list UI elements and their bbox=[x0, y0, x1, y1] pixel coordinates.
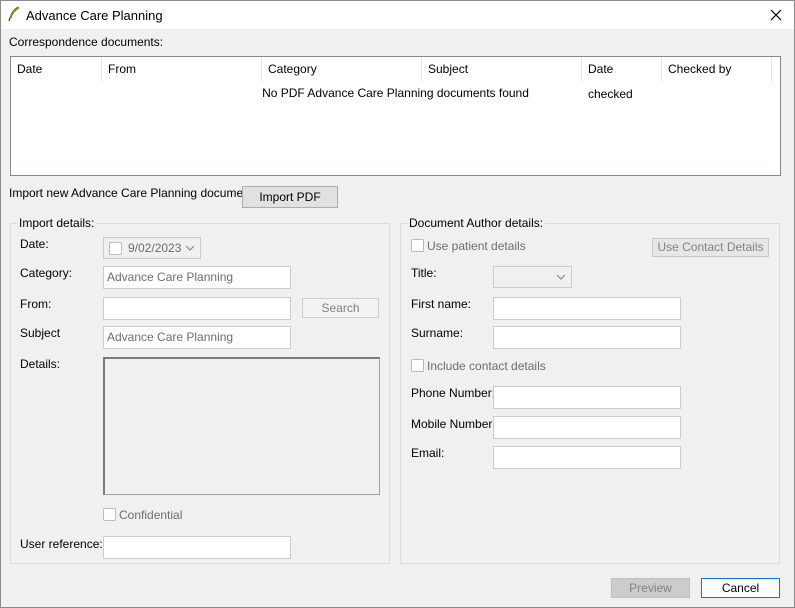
empty-list-message: No PDF Advance Care Planning documents f… bbox=[262, 86, 529, 100]
include-contact-label: Include contact details bbox=[427, 359, 546, 373]
email-field[interactable] bbox=[493, 446, 681, 469]
mobile-label: Mobile Number: bbox=[411, 417, 496, 431]
category-field[interactable]: Advance Care Planning bbox=[103, 266, 291, 289]
mobile-field[interactable] bbox=[493, 416, 681, 439]
subject-field[interactable]: Advance Care Planning bbox=[103, 326, 291, 349]
subject-label: Subject bbox=[20, 326, 61, 340]
cancel-button[interactable]: Cancel bbox=[701, 578, 780, 598]
use-patient-label: Use patient details bbox=[427, 239, 526, 253]
details-label: Details: bbox=[20, 357, 61, 371]
column-subject[interactable]: Subject bbox=[422, 57, 582, 82]
preview-button[interactable]: Preview bbox=[611, 578, 690, 598]
user-reference-field[interactable] bbox=[103, 536, 291, 559]
use-contact-details-button[interactable]: Use Contact Details bbox=[652, 238, 769, 257]
close-button[interactable] bbox=[758, 1, 794, 29]
from-field[interactable] bbox=[103, 297, 291, 320]
surname-field[interactable] bbox=[493, 326, 681, 349]
dialog-window: Advance Care Planning Correspondence doc… bbox=[0, 0, 795, 608]
chevron-down-icon bbox=[185, 245, 195, 251]
date-checkbox[interactable] bbox=[109, 242, 122, 255]
confidential-checkbox[interactable] bbox=[103, 508, 116, 521]
phone-field[interactable] bbox=[493, 386, 681, 409]
column-category[interactable]: Category bbox=[262, 57, 422, 82]
phone-label: Phone Number: bbox=[411, 386, 496, 400]
email-label: Email: bbox=[411, 446, 445, 460]
column-checked-by[interactable]: Checked by bbox=[662, 57, 772, 82]
correspondence-label: Correspondence documents: bbox=[9, 35, 164, 49]
chevron-down-icon bbox=[556, 274, 566, 280]
feather-pen-icon bbox=[7, 6, 21, 22]
column-date[interactable]: Date bbox=[11, 57, 102, 82]
from-label: From: bbox=[20, 297, 52, 311]
title-label: Title: bbox=[411, 266, 437, 280]
import-details-title: Import details: bbox=[17, 216, 97, 230]
close-icon bbox=[770, 9, 782, 21]
column-date-checked[interactable]: Date checked bbox=[582, 57, 662, 101]
first-name-label: First name: bbox=[411, 297, 472, 311]
surname-label: Surname: bbox=[411, 326, 464, 340]
include-contact-checkbox[interactable] bbox=[411, 359, 424, 372]
import-new-label: Import new Advance Care Planning documen… bbox=[9, 186, 254, 200]
use-patient-checkbox[interactable] bbox=[411, 239, 424, 252]
list-header: Date From Category Subject Date checked … bbox=[11, 57, 773, 101]
date-picker[interactable]: 9/02/2023 bbox=[103, 237, 201, 259]
column-from[interactable]: From bbox=[102, 57, 262, 82]
date-value: 9/02/2023 bbox=[128, 241, 182, 255]
date-label: Date: bbox=[20, 237, 49, 251]
title-bar: Advance Care Planning bbox=[1, 1, 794, 29]
category-label: Category: bbox=[20, 266, 73, 280]
first-name-field[interactable] bbox=[493, 297, 681, 320]
details-textarea[interactable] bbox=[103, 357, 380, 495]
confidential-label: Confidential bbox=[119, 508, 183, 522]
import-pdf-button[interactable]: Import PDF bbox=[242, 186, 338, 208]
search-button[interactable]: Search bbox=[302, 298, 379, 318]
title-select[interactable] bbox=[493, 266, 572, 288]
correspondence-list[interactable]: Date From Category Subject Date checked … bbox=[10, 56, 781, 176]
user-reference-label: User reference: bbox=[20, 537, 103, 551]
window-title: Advance Care Planning bbox=[26, 8, 163, 23]
author-details-title: Document Author details: bbox=[407, 216, 546, 230]
